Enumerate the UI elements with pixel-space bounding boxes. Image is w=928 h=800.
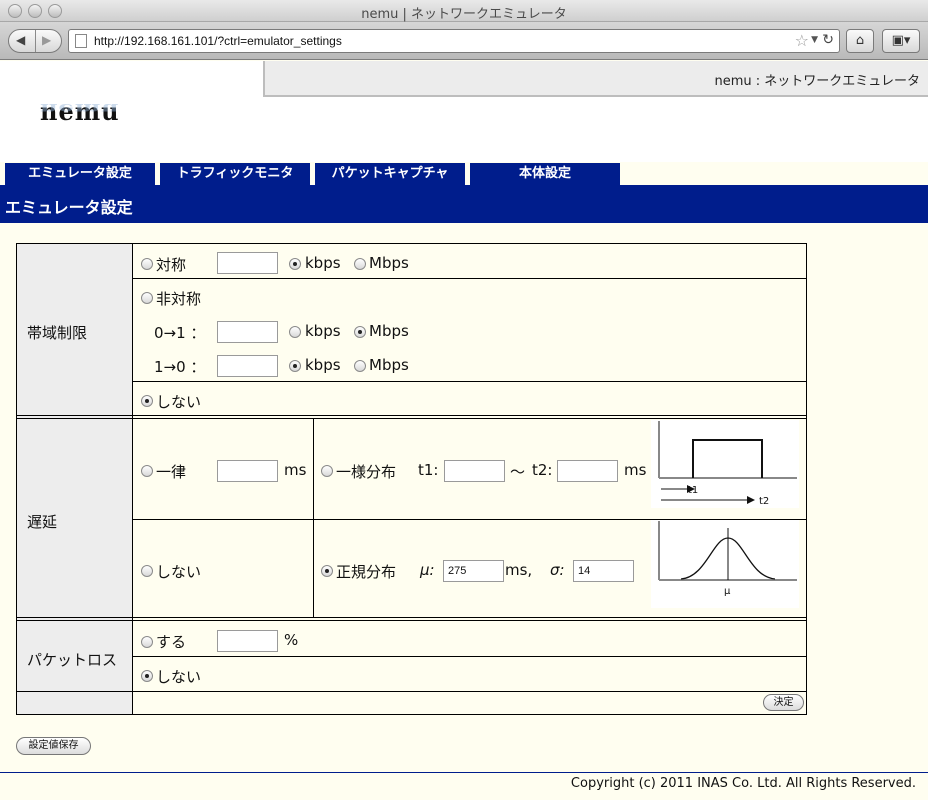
t1-label: t1: <box>418 461 439 479</box>
t2-marker: t2 <box>759 496 769 507</box>
window-titlebar: nemu | ネットワークエミュレータ <box>0 0 928 22</box>
kbps-label: kbps <box>305 254 341 272</box>
mu-unit-label: ms, <box>505 561 533 579</box>
home-button[interactable]: ⌂ <box>846 29 874 53</box>
bandwidth-1-0-input[interactable] <box>217 355 278 377</box>
label-column <box>17 244 133 714</box>
packet-loss-on-label: する <box>156 633 187 651</box>
bandwidth-symmetric-mbps-radio[interactable] <box>354 258 366 270</box>
direction-1-0-label: 1→0 ： <box>154 358 206 376</box>
bandwidth-1-0-kbps-radio[interactable] <box>289 360 301 372</box>
back-icon[interactable]: ◀ <box>16 33 25 47</box>
delay-normal-radio[interactable] <box>321 565 333 577</box>
kbps-label: kbps <box>305 356 341 374</box>
tab-packet-capture[interactable]: パケットキャプチャ <box>315 163 465 185</box>
bandwidth-0-1-input[interactable] <box>217 321 278 343</box>
bandwidth-0-1-mbps-radio[interactable] <box>354 326 366 338</box>
bandwidth-1-0-mbps-radio[interactable] <box>354 360 366 372</box>
footer-copyright: Copyright (c) 2011 INAS Co. Ltd. All Rig… <box>570 776 916 791</box>
bandwidth-symmetric-radio[interactable] <box>141 258 153 270</box>
bandwidth-label: 帯域制限 <box>27 324 88 342</box>
window-title: nemu | ネットワークエミュレータ <box>361 7 567 22</box>
mbps-label: Mbps <box>369 356 409 374</box>
bookmark-star-icon[interactable]: ☆ <box>795 31 809 50</box>
tab-emulator-settings[interactable]: エミュレータ設定 <box>5 163 155 185</box>
delay-t2-input[interactable] <box>557 460 618 482</box>
delay-normal-label: 正規分布 <box>336 563 397 581</box>
delay-constant-label: 一律 <box>156 463 187 481</box>
bandwidth-none-radio[interactable] <box>141 395 153 407</box>
packet-loss-label: パケットロス <box>27 651 118 669</box>
sigma-label: σ: <box>550 561 565 579</box>
nav-buttons: ◀ ▶ <box>8 29 62 53</box>
bandwidth-none-label: しない <box>156 393 202 411</box>
tab-device-settings[interactable]: 本体設定 <box>470 163 620 185</box>
packet-loss-none-label: しない <box>156 668 202 686</box>
reload-icon[interactable]: ↻ <box>822 32 834 48</box>
bandwidth-symmetric-input[interactable] <box>217 252 278 274</box>
mu-label: μ: <box>420 561 435 579</box>
header-bar: nemu : ネットワークエミュレータ <box>263 61 928 97</box>
mbps-label: Mbps <box>369 254 409 272</box>
address-bar[interactable]: http://192.168.161.101/?ctrl=emulator_se… <box>68 29 840 53</box>
url-text[interactable]: http://192.168.161.101/?ctrl=emulator_se… <box>94 34 342 48</box>
delay-uniform-label: 一様分布 <box>336 463 397 481</box>
packet-loss-input[interactable] <box>217 630 278 652</box>
mu-marker: μ <box>724 586 731 597</box>
percent-label: % <box>284 631 299 649</box>
bandwidth-0-1-kbps-radio[interactable] <box>289 326 301 338</box>
delay-sigma-input[interactable] <box>573 560 634 582</box>
delay-uniform-radio[interactable] <box>321 465 333 477</box>
header-subtitle: nemu : ネットワークエミュレータ <box>714 74 920 89</box>
ms-label: ms <box>624 461 647 479</box>
bandwidth-symmetric-kbps-radio[interactable] <box>289 258 301 270</box>
mbps-label: Mbps <box>369 322 409 340</box>
direction-0-1-label: 0→1 ： <box>154 324 206 342</box>
home-icon: ⌂ <box>855 33 865 48</box>
apply-button[interactable]: 決定 <box>763 694 804 711</box>
footer-divider <box>0 772 928 773</box>
tilde-label: 〜 <box>510 463 526 481</box>
delay-none-radio[interactable] <box>141 565 153 577</box>
bandwidth-asymmetric-label: 非対称 <box>156 290 202 308</box>
delay-constant-radio[interactable] <box>141 465 153 477</box>
forward-icon[interactable]: ▶ <box>42 33 51 47</box>
bandwidth-symmetric-label: 対称 <box>156 256 187 274</box>
bookmarks-icon: ▣▾ <box>891 33 911 48</box>
history-dropdown-icon[interactable]: ▼ <box>811 35 818 45</box>
packet-loss-none-radio[interactable] <box>141 670 153 682</box>
logo-reflection: nemu <box>40 100 120 118</box>
delay-t1-input[interactable] <box>444 460 505 482</box>
uniform-distribution-graph: t1 t2 <box>651 420 799 508</box>
page-icon <box>75 34 87 48</box>
page: nemu : ネットワークエミュレータ nemu nemu エミュレータ設定 ト… <box>0 61 928 800</box>
save-settings-button[interactable]: 設定値保存 <box>16 737 91 755</box>
bookmarks-menu-button[interactable]: ▣▾ <box>882 29 920 53</box>
delay-mu-input[interactable] <box>443 560 504 582</box>
bandwidth-asymmetric-radio[interactable] <box>141 292 153 304</box>
t1-marker: t1 <box>688 485 698 496</box>
ms-label: ms <box>284 461 307 479</box>
t2-label: t2: <box>532 461 553 479</box>
delay-label: 遅延 <box>27 513 58 531</box>
section-title: エミュレータ設定 <box>5 198 133 217</box>
packet-loss-on-radio[interactable] <box>141 636 153 648</box>
normal-distribution-graph: μ <box>651 520 799 608</box>
delay-none-label: しない <box>156 563 202 581</box>
kbps-label: kbps <box>305 322 341 340</box>
delay-constant-input[interactable] <box>217 460 278 482</box>
tab-traffic-monitor[interactable]: トラフィックモニタ <box>160 163 310 185</box>
section-title-bar: エミュレータ設定 <box>0 185 928 223</box>
browser-toolbar: ◀ ▶ http://192.168.161.101/?ctrl=emulato… <box>0 22 928 60</box>
